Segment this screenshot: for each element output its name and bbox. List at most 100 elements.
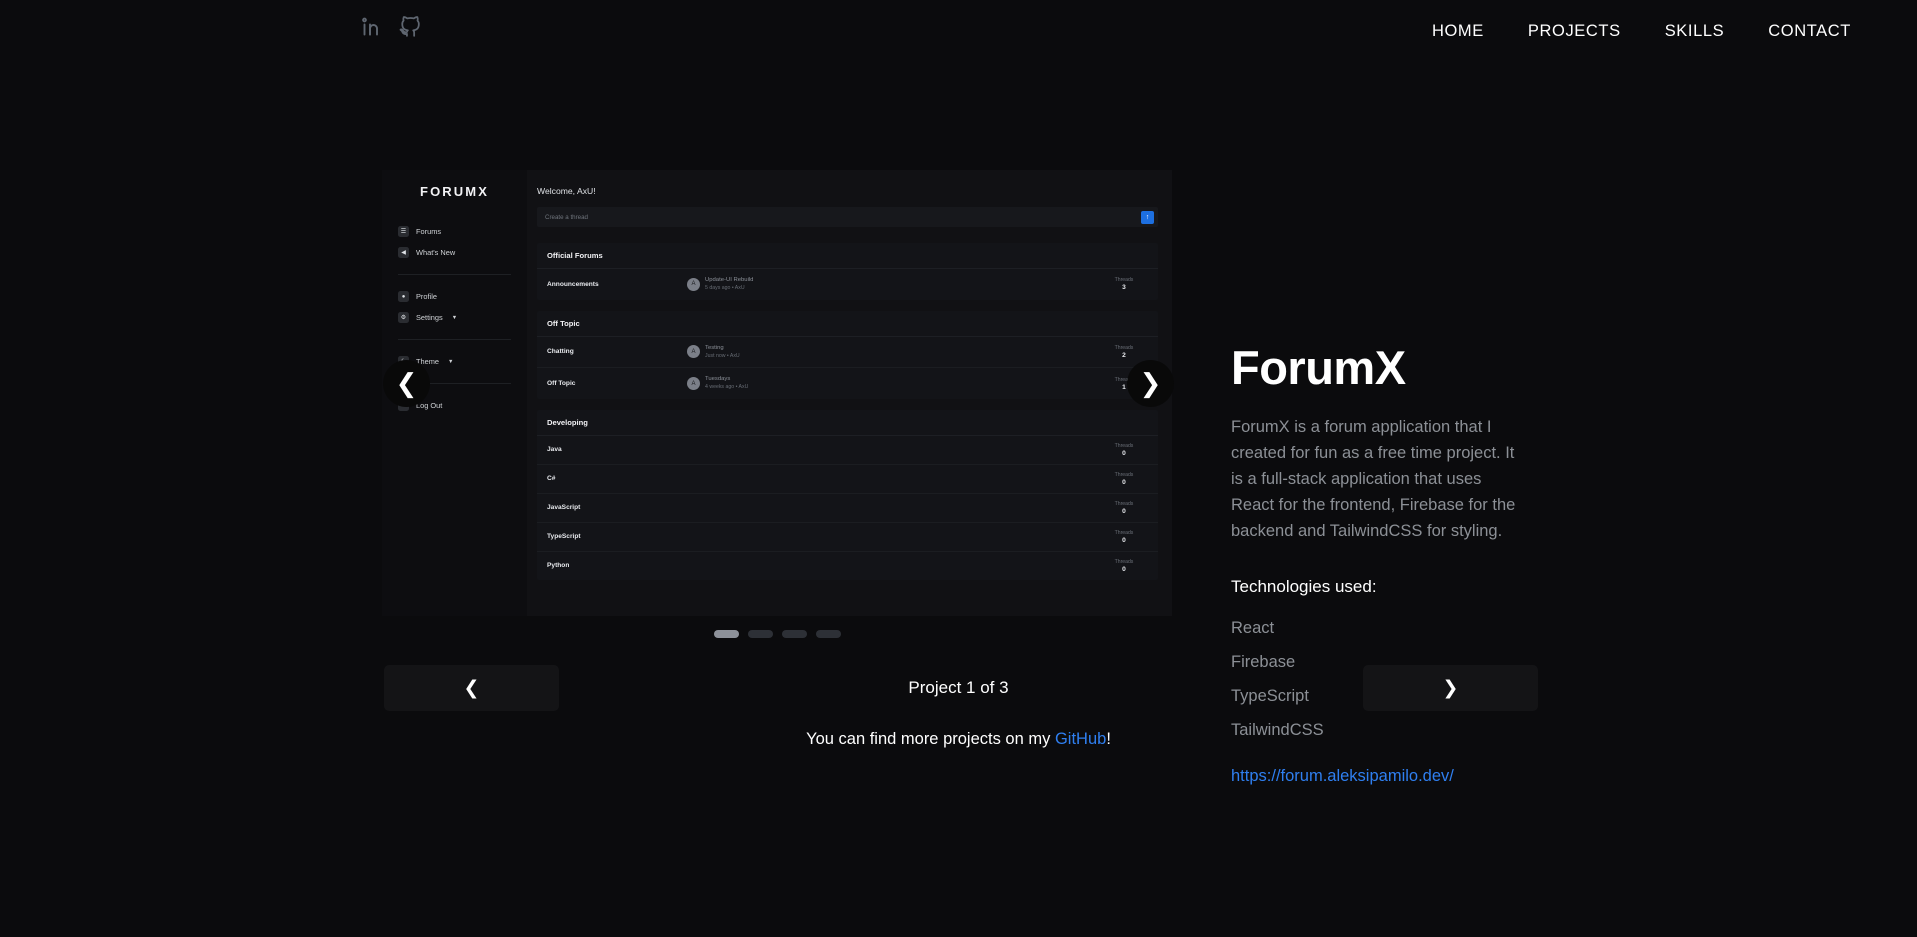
thread-count-cell: Threads 3: [1100, 277, 1148, 291]
latest-thread-title: Update-UI Rebuild: [705, 277, 754, 283]
nav-item-projects[interactable]: PROJECTS: [1506, 22, 1643, 41]
megaphone-icon: ◀: [398, 247, 409, 258]
thread-count-cell: Threads 0: [1100, 530, 1148, 544]
preview-sidebar-item-whats-new[interactable]: ◀ What's New: [398, 242, 511, 263]
thread-count-cell: Threads 0: [1100, 472, 1148, 486]
table-row[interactable]: TypeScript Threads 0: [537, 523, 1158, 552]
preview-sidebar-item-forums[interactable]: ☰ Forums: [398, 221, 511, 242]
threads-count: 0: [1122, 565, 1126, 573]
thread-count-cell: Threads 0: [1100, 443, 1148, 457]
user-icon: ●: [398, 291, 409, 302]
chevron-down-icon: ▼: [451, 314, 458, 321]
submit-thread-button[interactable]: ↑: [1141, 210, 1154, 224]
project-live-link[interactable]: https://forum.aleksipamilo.dev/: [1231, 767, 1454, 786]
project-screenshot: FORUMX ☰ Forums ◀ What's New ● Profile ⚙…: [382, 170, 1172, 616]
forum-name: Chatting: [547, 348, 574, 356]
avatar: A: [687, 377, 700, 391]
avatar: A: [687, 345, 700, 359]
latest-thread-meta: 5 days ago • AxU: [705, 284, 745, 291]
threads-count: 0: [1122, 536, 1126, 544]
footer-github-link[interactable]: GitHub: [1055, 730, 1106, 748]
carousel-dot-1[interactable]: [713, 630, 739, 638]
linkedin-link[interactable]: [360, 15, 384, 39]
forum-name: Java: [547, 446, 562, 454]
carousel-dot-2[interactable]: [747, 630, 773, 638]
create-thread-input[interactable]: Create a thread: [545, 214, 1141, 221]
threads-label: Threads: [1114, 344, 1134, 351]
preview-sidebar-divider: [398, 339, 511, 340]
forum-name: C#: [547, 475, 556, 483]
preview-sidebar-item-settings[interactable]: ⚙ Settings ▼: [398, 307, 511, 328]
thread-count-cell: Threads 0: [1100, 501, 1148, 515]
threads-count: 0: [1122, 449, 1126, 457]
forum-name: TypeScript: [547, 533, 581, 541]
preview-sidebar-label: Settings: [416, 313, 443, 322]
forumx-app-preview: FORUMX ☰ Forums ◀ What's New ● Profile ⚙…: [382, 170, 1172, 616]
top-navigation-bar: HOME PROJECTS SKILLS CONTACT: [0, 0, 1917, 70]
gear-icon: ⚙: [398, 312, 409, 323]
nav-item-skills[interactable]: SKILLS: [1643, 22, 1747, 41]
table-row[interactable]: Python Threads 0: [537, 552, 1158, 580]
forums-icon: ☰: [398, 226, 409, 237]
github-link[interactable]: [398, 14, 423, 39]
footer-text-after: !: [1106, 730, 1111, 748]
table-row[interactable]: JavaScript Threads 0: [537, 494, 1158, 523]
threads-count: 3: [1122, 284, 1126, 292]
latest-thread-text: Update-UI Rebuild 5 days ago • AxU: [705, 276, 753, 293]
carousel-prev-round-button[interactable]: ❮: [383, 360, 430, 407]
forum-name: Python: [547, 562, 570, 570]
preview-sidebar-item-profile[interactable]: ● Profile: [398, 286, 511, 307]
carousel-next-round-button[interactable]: ❯: [1127, 360, 1174, 407]
forum-name: Announcements: [547, 280, 599, 288]
carousel-dot-4[interactable]: [815, 630, 841, 638]
threads-count: 0: [1122, 478, 1126, 486]
forum-name: Off Topic: [547, 380, 576, 388]
threads-count: 2: [1122, 351, 1126, 359]
latest-thread-text: Tuesdays 4 weeks ago • AxU: [705, 375, 748, 392]
footer-note: You can find more projects on my GitHub!: [0, 730, 1917, 749]
nav-item-home[interactable]: HOME: [1410, 22, 1506, 41]
table-row[interactable]: Off Topic A Tuesdays 4 weeks ago • AxU T…: [537, 368, 1158, 399]
latest-thread: A Testing Just now • AxU: [687, 344, 1100, 361]
preview-section-official-forums: Official Forums Announcements A Update-U…: [537, 243, 1158, 300]
project-title: ForumX: [1231, 341, 1406, 394]
table-row[interactable]: Java Threads 0: [537, 436, 1158, 465]
table-row[interactable]: C# Threads 0: [537, 465, 1158, 494]
table-row[interactable]: Chatting A Testing Just now • AxU Thread…: [537, 337, 1158, 369]
section-title: Developing: [537, 410, 1158, 436]
social-links: [360, 14, 423, 39]
section-title: Off Topic: [537, 311, 1158, 337]
preview-sidebar-label: Profile: [416, 292, 437, 301]
main-nav: HOME PROJECTS SKILLS CONTACT: [1410, 22, 1917, 41]
latest-thread-meta: Just now • AxU: [705, 352, 740, 359]
threads-label: Threads: [1114, 558, 1134, 565]
carousel-indicators: [382, 630, 1172, 638]
preview-sidebar-label: Forums: [416, 227, 442, 236]
technology-item: React: [1231, 619, 1275, 638]
technologies-heading: Technologies used:: [1231, 577, 1377, 597]
preview-sidebar-label: What's New: [416, 248, 456, 257]
latest-thread: A Update-UI Rebuild 5 days ago • AxU: [687, 276, 1100, 293]
table-row[interactable]: Announcements A Update-UI Rebuild 5 days…: [537, 269, 1158, 300]
preview-section-off-topic: Off Topic Chatting A Testing Just now • …: [537, 310, 1158, 399]
threads-label: Threads: [1114, 277, 1134, 284]
thread-count-cell: Threads 2: [1100, 345, 1148, 359]
preview-welcome-text: Welcome, AxU!: [537, 186, 596, 196]
threads-count: 0: [1122, 507, 1126, 515]
latest-thread-title: Tuesdays: [705, 376, 731, 383]
latest-thread-text: Testing Just now • AxU: [705, 344, 740, 361]
latest-thread: A Tuesdays 4 weeks ago • AxU: [687, 375, 1100, 392]
nav-item-contact[interactable]: CONTACT: [1746, 22, 1917, 41]
threads-label: Threads: [1114, 471, 1134, 478]
avatar: A: [687, 277, 700, 291]
footer-text-before: You can find more projects on my: [806, 730, 1055, 748]
preview-section-developing: Developing Java Threads 0 C# Threads 0 J…: [537, 409, 1158, 580]
preview-create-thread-bar[interactable]: Create a thread ↑: [537, 207, 1158, 227]
project-description: ForumX is a forum application that I cre…: [1231, 418, 1516, 540]
carousel-dot-3[interactable]: [781, 630, 807, 638]
threads-label: Threads: [1114, 500, 1134, 507]
threads-label: Threads: [1114, 529, 1134, 536]
preview-main: Welcome, AxU! Create a thread ↑ Official…: [527, 170, 1172, 616]
github-icon: [398, 14, 423, 39]
preview-app-logo: FORUMX: [420, 184, 489, 199]
